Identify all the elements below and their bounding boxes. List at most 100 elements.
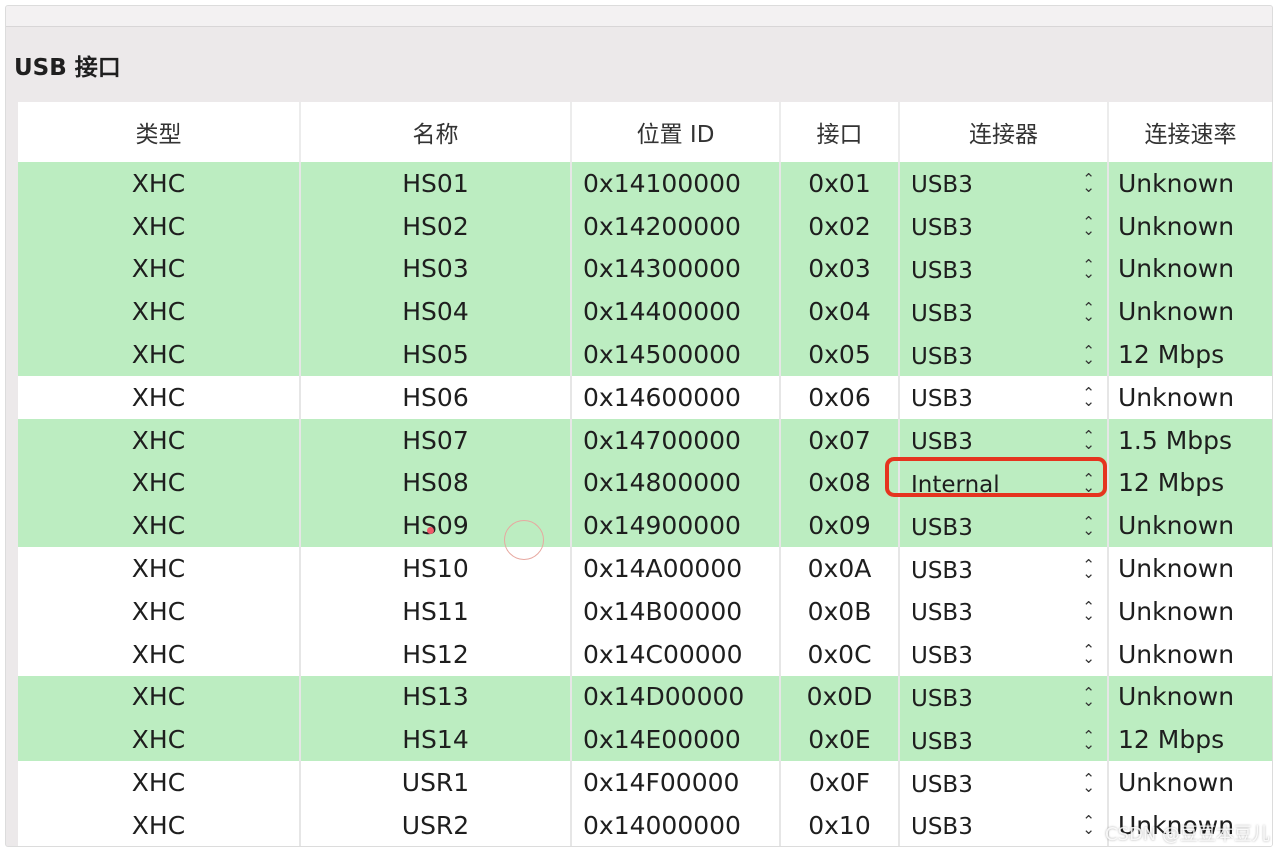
chevron-up-down-icon[interactable]: ⌃ ⌄ <box>1082 600 1095 623</box>
column-header-connector[interactable]: 连接器 <box>899 102 1109 162</box>
chevron-up-down-icon[interactable]: ⌃ ⌄ <box>1082 643 1095 666</box>
chevron-up-down-icon[interactable]: ⌃ ⌄ <box>1082 386 1095 409</box>
connector-select[interactable]: USB3 ⌃ ⌄ <box>911 676 1097 718</box>
connector-select[interactable]: Internal ⌃ ⌄ <box>885 456 1107 504</box>
table-row[interactable]: XHC HS03 0x14300000 0x03 USB3 ⌃ ⌄ Unknown <box>18 247 1272 291</box>
connector-select[interactable]: USB3 ⌃ ⌄ <box>911 762 1097 804</box>
cell-speed: Unknown <box>1108 547 1272 590</box>
cell-name: HS12 <box>300 632 572 676</box>
chevron-up-down-icon[interactable]: ⌃ ⌄ <box>1082 771 1095 794</box>
chevron-up-down-icon[interactable]: ⌃ ⌄ <box>1082 215 1095 238</box>
cell-connector: USB3 ⌃ ⌄ <box>899 504 1109 548</box>
connector-select-value: USB3 <box>911 814 973 841</box>
cursor-dot-indicator <box>427 527 434 534</box>
table-row[interactable]: XHC HS14 0x14E00000 0x0E USB3 ⌃ ⌄ 12 Mbps <box>18 718 1272 762</box>
table-row[interactable]: XHC HS02 0x14200000 0x02 USB3 ⌃ ⌄ Unknown <box>18 204 1272 248</box>
chevron-up-down-icon[interactable]: ⌃ ⌄ <box>1082 429 1095 452</box>
cell-port: 0x08 <box>780 461 900 505</box>
connector-select[interactable]: USB3 ⌃ ⌄ <box>911 334 1097 376</box>
chevron-up-down-icon[interactable]: ⌃ ⌄ <box>1082 172 1095 195</box>
table-row[interactable]: XHC HS05 0x14500000 0x05 USB3 ⌃ ⌄ 12 Mbps <box>18 333 1272 376</box>
connector-select-value: USB3 <box>911 643 973 670</box>
cell-connector: Internal ⌃ ⌄ <box>885 456 1109 505</box>
table-row[interactable]: XHC HS08 0x14800000 0x08 Internal ⌃ ⌄ 12 Mbps <box>18 456 1272 505</box>
connector-select[interactable]: USB3 ⌃ ⌄ <box>911 633 1097 675</box>
connector-select[interactable]: USB3 ⌃ ⌄ <box>911 205 1097 247</box>
connector-select[interactable]: USB3 ⌃ ⌄ <box>911 291 1097 333</box>
usb-ports-table-container: 类型 名称 位置 ID 接口 连接器 连接速率 XHC HS01 0x1410000… <box>18 102 1272 846</box>
connector-select[interactable]: USB3 ⌃ ⌄ <box>911 590 1097 632</box>
chevron-up-down-icon[interactable]: ⌃ ⌄ <box>1082 343 1095 366</box>
column-header-port[interactable]: 接口 <box>780 102 900 162</box>
table-row[interactable]: XHC HS10 0x14A00000 0x0A USB3 ⌃ ⌄ Unknown <box>18 547 1272 590</box>
cell-name: HS14 <box>300 718 572 762</box>
cell-speed: 12 Mbps <box>1108 718 1272 762</box>
connector-select-value: USB3 <box>911 600 973 627</box>
connector-select[interactable]: USB3 ⌃ ⌄ <box>911 162 1097 204</box>
connector-select[interactable]: USB3 ⌃ ⌄ <box>911 419 1097 461</box>
column-header-type[interactable]: 类型 <box>18 102 301 162</box>
connector-select-value: USB3 <box>911 257 973 284</box>
connector-select[interactable]: USB3 ⌃ ⌄ <box>911 719 1097 761</box>
cell-type: XHC <box>18 162 301 205</box>
cell-port: 0x01 <box>780 162 900 205</box>
cell-type: XHC <box>18 204 301 248</box>
table-row[interactable]: XHC HS07 0x14700000 0x07 USB3 ⌃ ⌄ 1.5 Mbps <box>18 418 1272 462</box>
cell-connector: USB3 ⌃ ⌄ <box>899 375 1109 419</box>
cell-location: 0x14300000 <box>571 247 781 291</box>
column-header-name[interactable]: 名称 <box>300 102 572 162</box>
cell-type: XHC <box>18 504 301 548</box>
chevron-up-down-icon[interactable]: ⌃ ⌄ <box>1082 471 1095 494</box>
table-row[interactable]: XHC USR2 0x14000000 0x10 USB3 ⌃ ⌄ Unknown <box>18 803 1272 846</box>
cell-name: HS03 <box>300 247 572 291</box>
cell-type: XHC <box>18 803 301 846</box>
cell-connector: USB3 ⌃ ⌄ <box>899 547 1109 590</box>
table-row[interactable]: XHC HS11 0x14B00000 0x0B USB3 ⌃ ⌄ Unknown <box>18 589 1272 633</box>
table-row[interactable]: XHC HS12 0x14C00000 0x0C USB3 ⌃ ⌄ Unknown <box>18 632 1272 676</box>
usb-ports-table: 类型 名称 位置 ID 接口 连接器 连接速率 XHC HS01 0x1410000… <box>18 102 1272 846</box>
chevron-up-down-icon[interactable]: ⌃ ⌄ <box>1082 685 1095 708</box>
connector-select[interactable]: USB3 ⌃ ⌄ <box>911 505 1097 547</box>
cell-speed: Unknown <box>1108 204 1272 248</box>
cell-speed: 12 Mbps <box>1108 333 1272 376</box>
chevron-up-down-icon[interactable]: ⌃ ⌄ <box>1082 814 1095 837</box>
connector-select[interactable]: USB3 ⌃ ⌄ <box>911 804 1097 846</box>
cell-port: 0x0A <box>780 547 900 590</box>
cell-type: XHC <box>18 290 301 334</box>
chevron-up-down-icon[interactable]: ⌃ ⌄ <box>1082 514 1095 537</box>
cell-type: XHC <box>18 461 301 505</box>
column-header-location[interactable]: 位置 ID <box>571 102 781 162</box>
cell-port: 0x0D <box>780 675 900 719</box>
table-row[interactable]: XHC USR1 0x14F00000 0x0F USB3 ⌃ ⌄ Unknown <box>18 761 1272 804</box>
cell-speed: Unknown <box>1108 675 1272 719</box>
cell-speed: Unknown <box>1108 247 1272 291</box>
top-strip <box>6 6 1272 27</box>
cell-location: 0x14100000 <box>571 162 781 205</box>
cell-port: 0x0F <box>780 761 900 804</box>
cell-name: USR1 <box>300 761 572 804</box>
table-row[interactable]: XHC HS13 0x14D00000 0x0D USB3 ⌃ ⌄ Unknown <box>18 675 1272 719</box>
connector-select[interactable]: USB3 ⌃ ⌄ <box>911 376 1097 418</box>
cell-location: 0x14900000 <box>571 504 781 548</box>
table-row[interactable]: XHC HS06 0x14600000 0x06 USB3 ⌃ ⌄ Unknown <box>18 375 1272 419</box>
cell-location: 0x14C00000 <box>571 632 781 676</box>
cell-connector: USB3 ⌃ ⌄ <box>899 761 1109 804</box>
column-header-speed[interactable]: 连接速率 <box>1108 102 1272 162</box>
cell-port: 0x02 <box>780 204 900 248</box>
chevron-up-down-icon[interactable]: ⌃ ⌄ <box>1082 257 1095 280</box>
connector-select-value: USB3 <box>911 514 973 541</box>
table-row[interactable]: XHC HS04 0x14400000 0x04 USB3 ⌃ ⌄ Unknown <box>18 290 1272 334</box>
cell-location: 0x14D00000 <box>571 675 781 719</box>
chevron-up-down-icon[interactable]: ⌃ ⌄ <box>1082 300 1095 323</box>
cursor-ring-indicator <box>504 520 544 560</box>
chevron-up-down-icon[interactable]: ⌃ ⌄ <box>1082 557 1095 580</box>
cell-port: 0x05 <box>780 333 900 376</box>
table-row[interactable]: XHC HS09 0x14900000 0x09 USB3 ⌃ ⌄ Unknown <box>18 504 1272 548</box>
table-header-row: 类型 名称 位置 ID 接口 连接器 连接速率 <box>18 102 1272 162</box>
connector-select[interactable]: USB3 ⌃ ⌄ <box>911 548 1097 590</box>
cell-type: XHC <box>18 675 301 719</box>
usb-ports-panel: USB 接口 类型 名称 位置 ID 接口 连接器 连接速率 XHC HS01 … <box>5 5 1273 847</box>
connector-select[interactable]: USB3 ⌃ ⌄ <box>911 248 1097 290</box>
table-row[interactable]: XHC HS01 0x14100000 0x01 USB3 ⌃ ⌄ Unknown <box>18 162 1272 205</box>
chevron-up-down-icon[interactable]: ⌃ ⌄ <box>1082 728 1095 751</box>
